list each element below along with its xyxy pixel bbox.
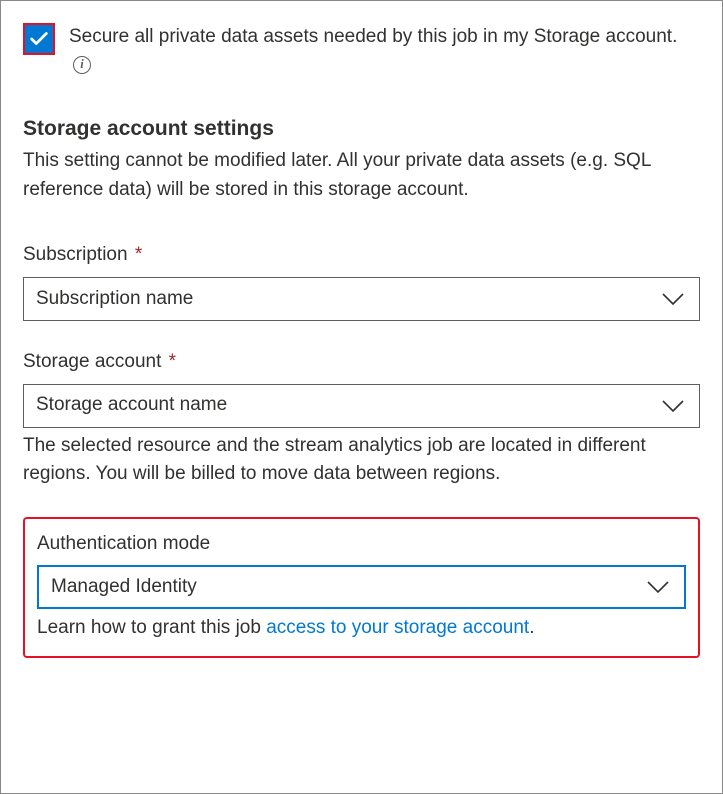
auth-mode-label: Authentication mode xyxy=(37,531,686,558)
section-heading: Storage account settings xyxy=(23,114,700,143)
storage-account-access-link[interactable]: access to your storage account xyxy=(266,617,529,638)
info-icon[interactable]: i xyxy=(73,56,91,74)
required-indicator: * xyxy=(135,244,142,265)
required-indicator: * xyxy=(169,351,176,372)
secure-assets-row: Secure all private data assets needed by… xyxy=(23,23,700,78)
auth-mode-select[interactable]: Managed Identity xyxy=(37,565,686,609)
subscription-value: Subscription name xyxy=(36,286,193,313)
storage-account-select[interactable]: Storage account name xyxy=(23,384,700,428)
secure-assets-label: Secure all private data assets needed by… xyxy=(69,23,700,78)
storage-account-label-text: Storage account xyxy=(23,351,161,372)
secure-assets-checkbox[interactable] xyxy=(23,23,55,55)
chevron-down-icon xyxy=(661,292,685,306)
learn-more-prefix: Learn how to grant this job xyxy=(37,617,266,638)
secure-assets-text: Secure all private data assets needed by… xyxy=(69,26,677,47)
subscription-field-group: Subscription * Subscription name xyxy=(23,242,700,321)
learn-more-suffix: . xyxy=(529,617,534,638)
subscription-select[interactable]: Subscription name xyxy=(23,277,700,321)
storage-account-label: Storage account * xyxy=(23,349,700,376)
storage-account-value: Storage account name xyxy=(36,392,227,419)
checkmark-icon xyxy=(28,28,50,50)
chevron-down-icon xyxy=(661,399,685,413)
section-description: This setting cannot be modified later. A… xyxy=(23,147,700,204)
auth-mode-learn-more: Learn how to grant this job access to yo… xyxy=(37,615,686,642)
auth-mode-value: Managed Identity xyxy=(51,574,197,601)
auth-mode-highlight-box: Authentication mode Managed Identity Lea… xyxy=(23,517,700,658)
chevron-down-icon xyxy=(646,580,670,594)
storage-account-field-group: Storage account * Storage account name T… xyxy=(23,349,700,489)
subscription-label: Subscription * xyxy=(23,242,700,269)
subscription-label-text: Subscription xyxy=(23,244,128,265)
storage-account-helper: The selected resource and the stream ana… xyxy=(23,432,700,489)
